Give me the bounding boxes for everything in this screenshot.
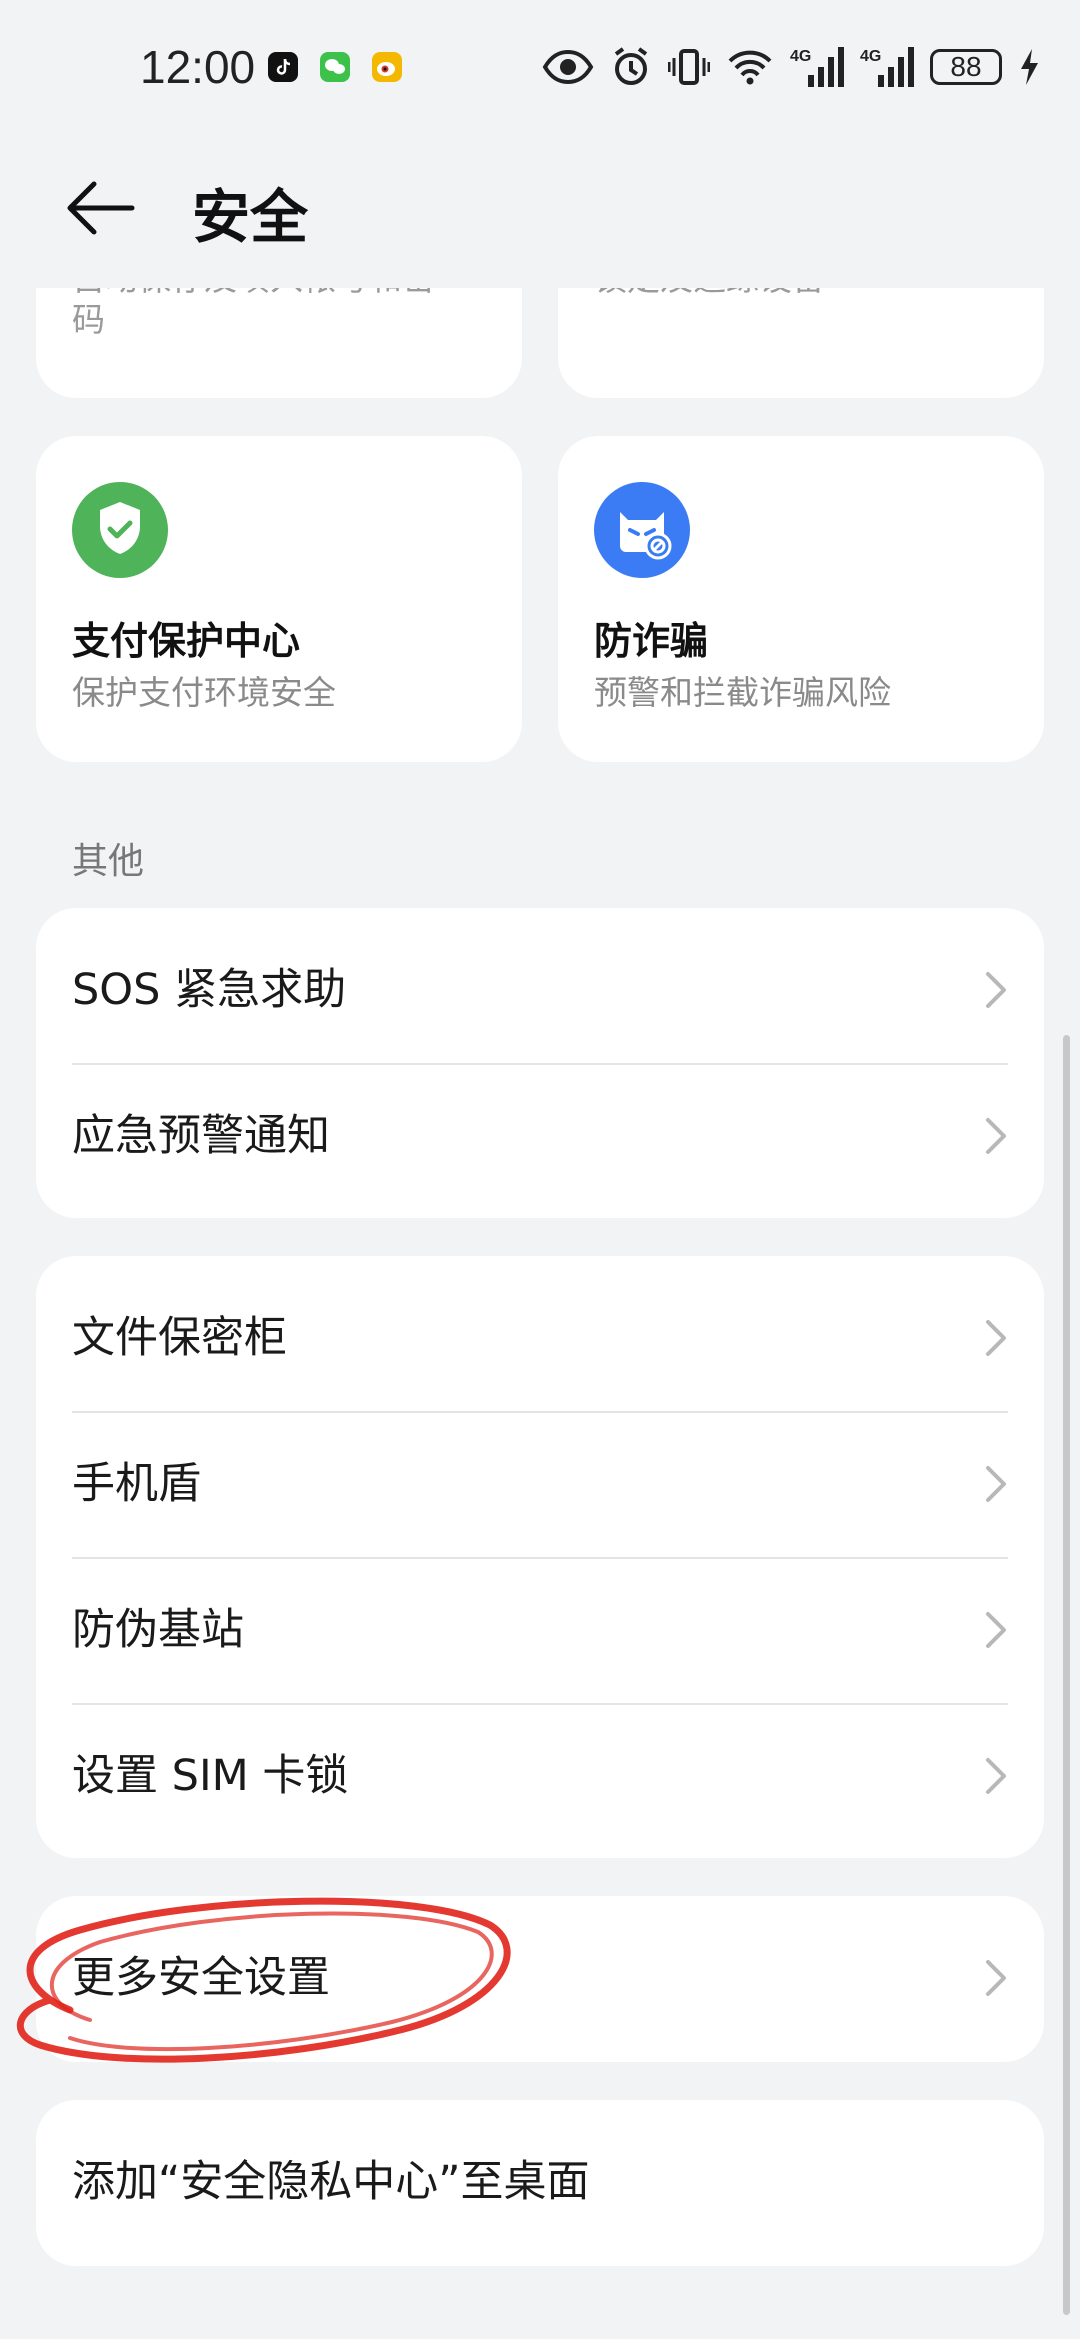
- tile-title: 支付保护中心: [72, 619, 301, 663]
- weibo-icon: [372, 52, 402, 82]
- status-bar: 12:00 4G 4G 88: [0, 0, 1080, 130]
- more-security-settings-item[interactable]: 更多安全设置: [36, 1906, 1044, 2051]
- chevron-right-icon: [986, 1612, 1006, 1648]
- eye-icon: [542, 49, 594, 85]
- scrollbar[interactable]: [1063, 1035, 1070, 2315]
- row-label: 手机盾: [72, 1459, 201, 1509]
- add-to-desktop-item[interactable]: 添加“安全隐私中心”至桌面: [36, 2110, 1044, 2255]
- section-header-other: 其他: [72, 841, 145, 882]
- device-security-group: 文件保密柜 手机盾 防伪基站 设置 SIM 卡锁: [36, 1256, 1044, 1858]
- row-label: 更多安全设置: [72, 1953, 330, 2003]
- tile-subtitle: 自动保存及填入帐号和密 码: [72, 288, 435, 340]
- find-device-tile[interactable]: 锁定及追踪设备: [558, 288, 1044, 398]
- row-label: 添加“安全隐私中心”至桌面: [72, 2157, 590, 2207]
- tile-subtitle: 保护支付环境安全: [72, 673, 336, 712]
- sos-emergency-item[interactable]: SOS 紧急求助: [36, 918, 1044, 1063]
- tile-title: 防诈骗: [594, 619, 709, 663]
- vibrate-icon: [668, 49, 710, 85]
- alarm-icon: [614, 47, 648, 85]
- row-label: SOS 紧急求助: [72, 965, 347, 1015]
- app-bar: 安全: [0, 150, 1080, 260]
- back-button[interactable]: [60, 168, 150, 248]
- payment-protection-tile[interactable]: 支付保护中心 保护支付环境安全: [36, 436, 522, 762]
- settings-scroll-area[interactable]: 自动保存及填入帐号和密 码 锁定及追踪设备 支付保护中心 保护支付环境安全 防诈…: [0, 288, 1080, 2339]
- row-label: 设置 SIM 卡锁: [72, 1751, 349, 1801]
- status-time: 12:00: [140, 41, 256, 93]
- charging-icon: [1021, 49, 1038, 85]
- file-safe-item[interactable]: 文件保密柜: [36, 1266, 1044, 1411]
- chevron-right-icon: [986, 1466, 1006, 1502]
- wifi-icon: [728, 50, 772, 85]
- tile-subtitle: 预警和拦截诈骗风险: [594, 673, 891, 712]
- svg-text:4G: 4G: [790, 48, 811, 65]
- battery-icon: 88: [930, 49, 1002, 85]
- row-label: 文件保密柜: [72, 1313, 287, 1363]
- svg-text:4G: 4G: [860, 48, 881, 65]
- page-title: 安全: [192, 183, 309, 251]
- anti-fraud-tile[interactable]: 防诈骗 预警和拦截诈骗风险: [558, 436, 1044, 762]
- signal-4g-icon-2: 4G: [860, 47, 914, 87]
- chevron-right-icon: [986, 1758, 1006, 1794]
- emergency-group: SOS 紧急求助 应急预警通知: [36, 908, 1044, 1218]
- wechat-icon: [320, 52, 350, 82]
- shield-check-icon: [72, 482, 168, 578]
- phone-shield-item[interactable]: 手机盾: [36, 1412, 1044, 1557]
- tiktok-icon: [268, 52, 298, 82]
- chevron-right-icon: [986, 972, 1006, 1008]
- password-vault-tile[interactable]: 自动保存及填入帐号和密 码: [36, 288, 522, 398]
- emergency-alert-item[interactable]: 应急预警通知: [36, 1064, 1044, 1209]
- signal-4g-icon: 4G: [790, 47, 844, 87]
- battery-level: 88: [950, 51, 982, 82]
- chevron-right-icon: [986, 1118, 1006, 1154]
- tile-subtitle: 锁定及追踪设备: [594, 288, 825, 299]
- fake-base-station-item[interactable]: 防伪基站: [36, 1558, 1044, 1703]
- row-label: 应急预警通知: [72, 1111, 330, 1161]
- row-label: 防伪基站: [72, 1605, 244, 1655]
- anti-fraud-icon: [594, 482, 690, 578]
- add-to-desktop-group: 添加“安全隐私中心”至桌面: [36, 2100, 1044, 2266]
- more-settings-group: 更多安全设置: [36, 1896, 1044, 2062]
- sim-lock-item[interactable]: 设置 SIM 卡锁: [36, 1704, 1044, 1849]
- back-arrow-icon: [67, 181, 135, 235]
- chevron-right-icon: [986, 1960, 1006, 1996]
- chevron-right-icon: [986, 1320, 1006, 1356]
